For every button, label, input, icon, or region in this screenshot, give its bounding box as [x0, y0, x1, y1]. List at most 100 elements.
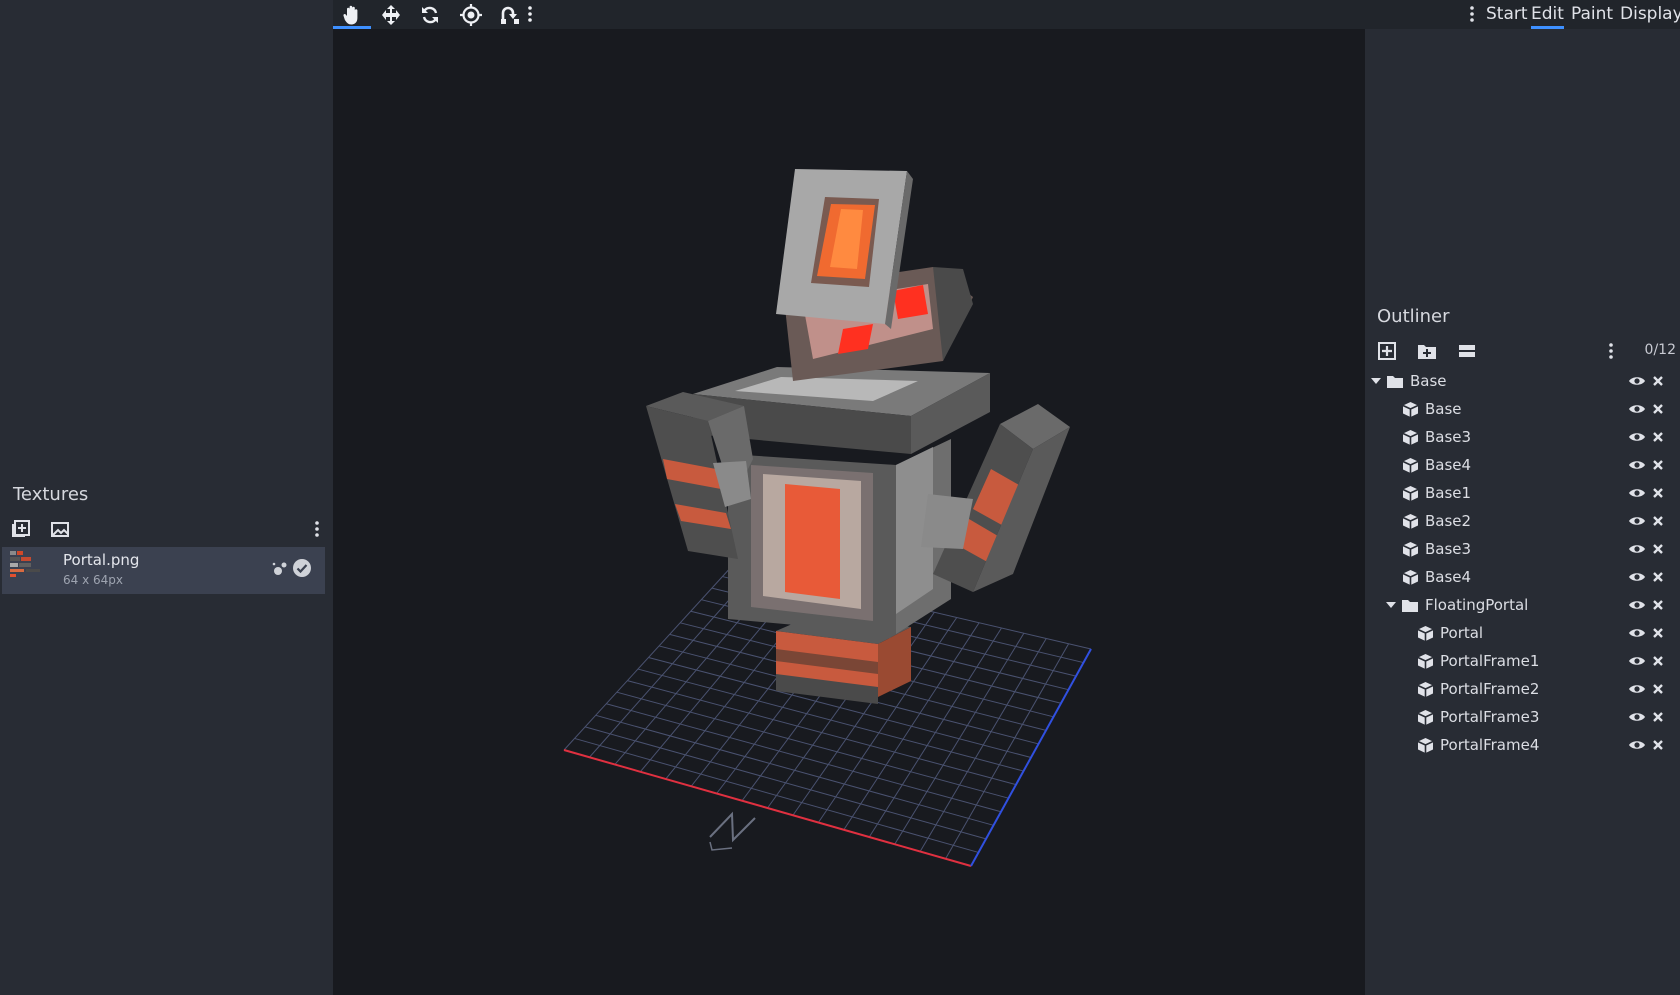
element-icon	[1401, 540, 1419, 558]
collapse-all-button[interactable]	[1455, 339, 1479, 363]
tab-display[interactable]: Display	[1620, 4, 1680, 24]
visibility-toggle[interactable]	[1627, 401, 1647, 417]
delete-button[interactable]	[1651, 430, 1665, 444]
outliner-cube-row[interactable]: Base3	[1365, 535, 1680, 563]
visibility-toggle[interactable]	[1627, 485, 1647, 501]
outliner-cube-row[interactable]: PortalFrame4	[1365, 731, 1680, 759]
delete-button[interactable]	[1651, 682, 1665, 696]
visibility-toggle[interactable]	[1627, 569, 1647, 585]
visibility-toggle[interactable]	[1627, 541, 1647, 557]
outliner-group-row[interactable]: Base	[1365, 367, 1680, 395]
3d-viewport[interactable]	[333, 29, 1365, 995]
vertex-snap-tool[interactable]	[492, 2, 530, 27]
cube-icon	[1417, 737, 1433, 753]
element-icon	[1416, 736, 1434, 754]
outliner-item-label: Base3	[1425, 540, 1472, 558]
delete-button[interactable]	[1651, 402, 1665, 416]
eye-icon	[1629, 461, 1645, 469]
outliner-cube-row[interactable]: Base4	[1365, 563, 1680, 591]
outliner-group-row[interactable]: FloatingPortal	[1365, 591, 1680, 619]
cube-icon	[1402, 457, 1418, 473]
add-cube-button[interactable]	[1375, 339, 1399, 363]
delete-button[interactable]	[1651, 654, 1665, 668]
expand-toggle[interactable]	[1384, 598, 1398, 612]
north-indicator-icon	[709, 811, 756, 843]
close-icon	[1653, 460, 1663, 470]
outliner-item-label: PortalFrame4	[1440, 736, 1540, 754]
delete-button[interactable]	[1651, 738, 1665, 752]
close-icon	[1653, 432, 1663, 442]
visibility-toggle[interactable]	[1627, 597, 1647, 613]
cube-icon	[1417, 653, 1433, 669]
outliner-cube-row[interactable]: Portal	[1365, 619, 1680, 647]
delete-button[interactable]	[1651, 514, 1665, 528]
visibility-toggle[interactable]	[1627, 653, 1647, 669]
visibility-toggle[interactable]	[1627, 709, 1647, 725]
add-folder-icon	[1418, 345, 1436, 359]
visibility-toggle[interactable]	[1627, 457, 1647, 473]
rotate-tool[interactable]	[411, 2, 449, 27]
visibility-toggle[interactable]	[1627, 681, 1647, 697]
tab-edit[interactable]: Edit	[1531, 4, 1564, 29]
outliner-cube-row[interactable]: Base1	[1365, 479, 1680, 507]
model-scene	[563, 169, 1092, 867]
outliner-item-label: Base3	[1425, 428, 1472, 446]
selection-count: 0/12	[1644, 342, 1676, 358]
texture-size: 64 x 64px	[63, 573, 123, 587]
pivot-tool[interactable]	[452, 2, 490, 27]
check-circle-icon	[293, 559, 311, 577]
outliner-menu-button[interactable]	[1609, 343, 1613, 363]
delete-button[interactable]	[1651, 458, 1665, 472]
outliner-cube-row[interactable]: Base3	[1365, 423, 1680, 451]
outliner-cube-row[interactable]: PortalFrame3	[1365, 703, 1680, 731]
visibility-toggle[interactable]	[1627, 737, 1647, 753]
element-icon	[1416, 680, 1434, 698]
create-texture-button[interactable]	[48, 517, 72, 541]
texture-particle-toggle[interactable]	[272, 561, 288, 581]
delete-button[interactable]	[1651, 570, 1665, 584]
collapse-icon	[1459, 345, 1475, 357]
delete-button[interactable]	[1651, 598, 1665, 612]
eye-icon	[1629, 685, 1645, 693]
model-pillar	[728, 439, 951, 634]
tab-paint[interactable]: Paint	[1571, 4, 1613, 24]
move-view-tool[interactable]	[333, 2, 371, 29]
new-image-icon	[51, 522, 69, 537]
translate-tool[interactable]	[372, 2, 410, 27]
expand-toggle[interactable]	[1369, 374, 1383, 388]
delete-button[interactable]	[1651, 374, 1665, 388]
delete-button[interactable]	[1651, 486, 1665, 500]
cube-icon	[1402, 541, 1418, 557]
group-icon	[1401, 596, 1419, 614]
add-group-button[interactable]	[1415, 339, 1439, 363]
outliner-cube-row[interactable]: Base4	[1365, 451, 1680, 479]
import-texture-button[interactable]	[9, 517, 33, 541]
outliner-item-label: Base4	[1425, 568, 1472, 586]
delete-button[interactable]	[1651, 542, 1665, 556]
outliner-item-label: Base1	[1425, 484, 1472, 502]
delete-button[interactable]	[1651, 710, 1665, 724]
texture-list-item[interactable]: Portal.png 64 x 64px	[2, 547, 325, 594]
cube-icon	[1402, 429, 1418, 445]
element-icon	[1401, 400, 1419, 418]
visibility-toggle[interactable]	[1627, 625, 1647, 641]
tab-start[interactable]: Start	[1486, 4, 1528, 24]
mode-menu-button[interactable]	[1470, 6, 1474, 26]
visibility-toggle[interactable]	[1627, 513, 1647, 529]
close-icon	[1653, 516, 1663, 526]
outliner-cube-row[interactable]: PortalFrame1	[1365, 647, 1680, 675]
textures-menu-button[interactable]	[310, 517, 324, 541]
folder-icon	[1402, 599, 1418, 612]
rotate-icon	[422, 6, 438, 23]
visibility-toggle[interactable]	[1627, 373, 1647, 389]
outliner-toolbar: 0/12	[1365, 337, 1680, 365]
texture-applied-toggle[interactable]	[292, 558, 312, 582]
vertex-snap-icon	[501, 6, 519, 24]
add-cube-icon	[1378, 342, 1396, 360]
visibility-toggle[interactable]	[1627, 429, 1647, 445]
outliner-cube-row[interactable]: Base	[1365, 395, 1680, 423]
outliner-cube-row[interactable]: Base2	[1365, 507, 1680, 535]
delete-button[interactable]	[1651, 626, 1665, 640]
outliner-cube-row[interactable]: PortalFrame2	[1365, 675, 1680, 703]
tool-options-button[interactable]	[528, 6, 532, 26]
